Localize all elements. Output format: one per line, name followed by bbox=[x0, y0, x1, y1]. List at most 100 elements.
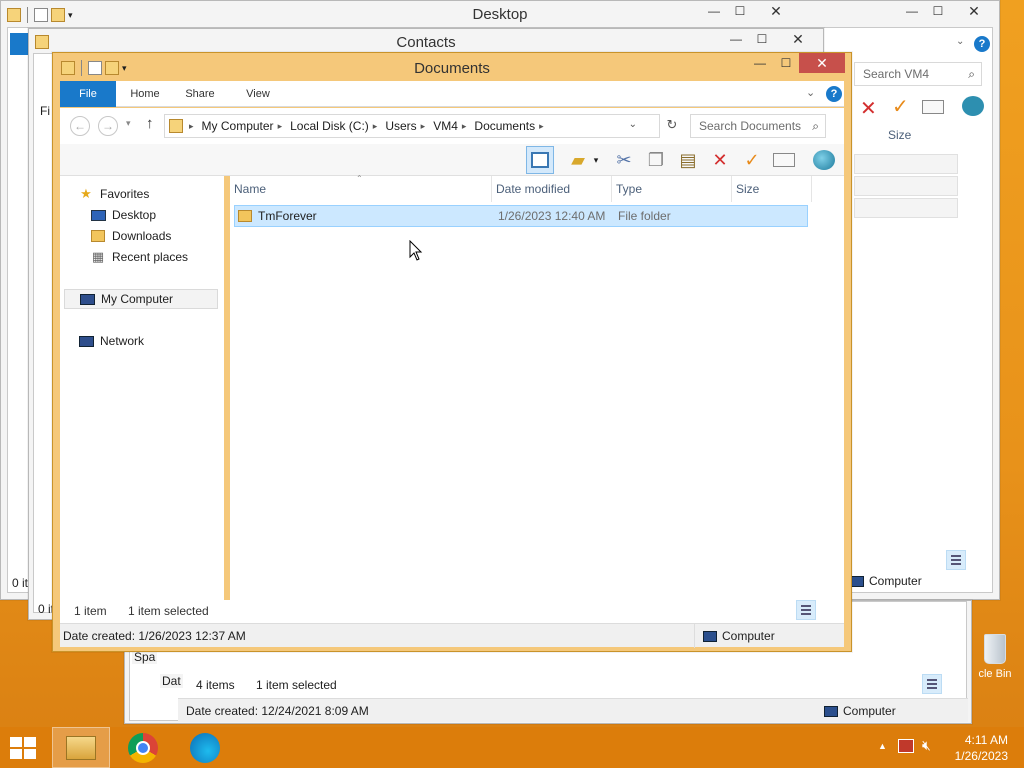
tab-share[interactable]: Share bbox=[178, 81, 222, 107]
nav-downloads[interactable]: Downloads bbox=[90, 226, 171, 246]
window-title: Desktop bbox=[472, 6, 528, 23]
copy-icon[interactable]: ❐ bbox=[644, 148, 668, 172]
column-date-modified[interactable]: Date modified bbox=[492, 176, 612, 202]
nav-desktop[interactable]: Desktop bbox=[90, 205, 156, 225]
folder-icon bbox=[169, 119, 183, 133]
nav-recent-places[interactable]: ▦ Recent places bbox=[90, 247, 188, 267]
nav-my-computer[interactable]: My Computer bbox=[64, 289, 218, 309]
ribbon-expand-icon[interactable]: ⌄ bbox=[956, 36, 964, 47]
taskbar-chrome[interactable] bbox=[114, 727, 172, 768]
breadcrumb-separator-icon[interactable]: ▸ bbox=[189, 121, 194, 132]
breadcrumb-users[interactable]: Users bbox=[385, 119, 416, 133]
ribbon-expand-icon[interactable]: ⌄ bbox=[806, 86, 815, 99]
breadcrumb-separator-icon[interactable]: ▸ bbox=[278, 121, 283, 132]
start-button[interactable] bbox=[10, 737, 38, 761]
details-view-button[interactable] bbox=[922, 674, 942, 694]
delete-icon[interactable]: ✕ bbox=[860, 96, 877, 121]
preview-pane-button[interactable] bbox=[526, 146, 554, 174]
date-created: Date created: 12/24/2021 8:09 AM bbox=[186, 704, 369, 718]
file-date: 1/26/2023 12:40 AM bbox=[498, 209, 606, 223]
up-button[interactable]: ↑ bbox=[146, 115, 154, 132]
back-button[interactable]: ← bbox=[70, 116, 90, 136]
properties-pane-icon[interactable] bbox=[772, 148, 796, 172]
globe-icon[interactable] bbox=[962, 96, 984, 116]
move-to-icon[interactable]: ▰ bbox=[566, 148, 590, 172]
breadcrumb-vm4[interactable]: VM4 bbox=[433, 119, 458, 133]
cut-icon[interactable]: ✂ bbox=[612, 148, 636, 172]
breadcrumb-separator-icon[interactable]: ▸ bbox=[539, 121, 544, 132]
maximize-button[interactable]: ☐ bbox=[773, 53, 799, 73]
clock[interactable]: 4:11 AM 1/26/2023 bbox=[955, 732, 1008, 764]
tab-file[interactable]: File bbox=[60, 81, 116, 107]
taskbar-file-explorer[interactable] bbox=[52, 727, 110, 768]
close-button[interactable]: ✕ bbox=[799, 53, 845, 73]
file-tab-fragment[interactable] bbox=[10, 33, 28, 55]
maximize-button[interactable]: ☐ bbox=[727, 1, 753, 21]
minimize-button[interactable]: — bbox=[701, 1, 727, 21]
status-computer: Computer bbox=[694, 624, 842, 648]
address-dropdown-icon[interactable]: ⌄ bbox=[629, 119, 637, 130]
column-type[interactable]: Type bbox=[612, 176, 732, 202]
recent-locations-icon[interactable]: ▾ bbox=[126, 118, 131, 129]
delete-icon[interactable]: ✕ bbox=[708, 148, 732, 172]
column-size[interactable]: Size bbox=[732, 176, 812, 202]
help-icon[interactable]: ? bbox=[974, 36, 990, 52]
tab-view[interactable]: View bbox=[238, 81, 278, 107]
navigation-pane: ★ Favorites Desktop Downloads ▦ Recent p… bbox=[60, 176, 224, 600]
breadcrumb-my-computer[interactable]: My Computer bbox=[202, 119, 274, 133]
file-name: TmForever bbox=[258, 209, 317, 223]
search-input[interactable]: Search Documents ⌕ bbox=[690, 114, 826, 138]
computer-icon bbox=[79, 292, 95, 306]
status-computer: Computer bbox=[850, 574, 922, 588]
address-bar[interactable]: ▸ My Computer ▸ Local Disk (C:) ▸ Users … bbox=[164, 114, 660, 138]
details-view-button[interactable] bbox=[796, 600, 816, 620]
list-row[interactable] bbox=[854, 154, 958, 174]
volume-muted-icon[interactable]: 🔇︎ bbox=[922, 737, 931, 754]
maximize-button[interactable]: ☐ bbox=[749, 29, 775, 49]
breadcrumb-separator-icon[interactable]: ▸ bbox=[421, 121, 426, 132]
breadcrumb-documents[interactable]: Documents bbox=[474, 119, 535, 133]
action-center-icon[interactable] bbox=[898, 739, 914, 753]
breadcrumb-separator-icon[interactable]: ▸ bbox=[373, 121, 378, 132]
minimize-button[interactable]: — bbox=[899, 1, 925, 21]
nav-favorites[interactable]: ★ Favorites bbox=[78, 184, 149, 204]
details-view-button[interactable] bbox=[946, 550, 966, 570]
list-row[interactable] bbox=[854, 198, 958, 218]
close-button[interactable]: ✕ bbox=[775, 29, 821, 49]
rename-check-icon[interactable]: ✓ bbox=[740, 148, 764, 172]
search-input[interactable]: Search VM4 ⌕ bbox=[854, 62, 982, 86]
window-title: Documents bbox=[414, 60, 490, 77]
nav-network[interactable]: Network bbox=[78, 331, 144, 351]
list-row[interactable] bbox=[854, 176, 958, 196]
large-icons-view-button[interactable] bbox=[944, 674, 964, 694]
paste-icon[interactable]: ▤ bbox=[676, 148, 700, 172]
help-icon[interactable]: ? bbox=[826, 86, 842, 102]
details-bar: Date created: 12/24/2021 8:09 AM Compute… bbox=[178, 698, 968, 722]
globe-icon[interactable] bbox=[812, 148, 836, 172]
documents-window[interactable]: ▾ Documents — ☐ ✕ File Home Share View ⌄… bbox=[52, 52, 852, 652]
table-row[interactable]: TmForever 1/26/2023 12:40 AM File folder bbox=[234, 205, 808, 227]
large-icons-view-button[interactable] bbox=[818, 600, 838, 620]
rename-check-icon[interactable]: ✓ bbox=[892, 94, 909, 119]
recycle-bin[interactable]: cle Bin bbox=[970, 630, 1020, 700]
breadcrumb-separator-icon[interactable]: ▸ bbox=[462, 121, 467, 132]
refresh-icon[interactable]: ↻ bbox=[662, 117, 682, 135]
tab-home[interactable]: Home bbox=[124, 81, 166, 107]
breadcrumb-local-disk[interactable]: Local Disk (C:) bbox=[290, 119, 369, 133]
taskbar-edge[interactable] bbox=[176, 727, 234, 768]
minimize-button[interactable]: — bbox=[723, 29, 749, 49]
forward-button[interactable]: → bbox=[98, 116, 118, 136]
column-size[interactable]: Size bbox=[888, 128, 911, 142]
large-icons-view-button[interactable] bbox=[968, 550, 988, 570]
tray-overflow-icon[interactable]: ▲ bbox=[878, 741, 887, 751]
maximize-button[interactable]: ☐ bbox=[925, 1, 951, 21]
window-controls-right: — ☐ ✕ bbox=[899, 1, 997, 22]
column-name[interactable]: Name bbox=[230, 176, 492, 202]
move-dropdown-icon[interactable]: ▾ bbox=[590, 148, 602, 172]
close-button[interactable]: ✕ bbox=[951, 1, 997, 21]
close-button[interactable]: ✕ bbox=[753, 1, 799, 21]
status-computer: Computer bbox=[824, 699, 896, 723]
status-selected: 1 item selected bbox=[256, 678, 337, 692]
properties-pane-icon[interactable] bbox=[922, 100, 944, 114]
minimize-button[interactable]: — bbox=[747, 53, 773, 73]
